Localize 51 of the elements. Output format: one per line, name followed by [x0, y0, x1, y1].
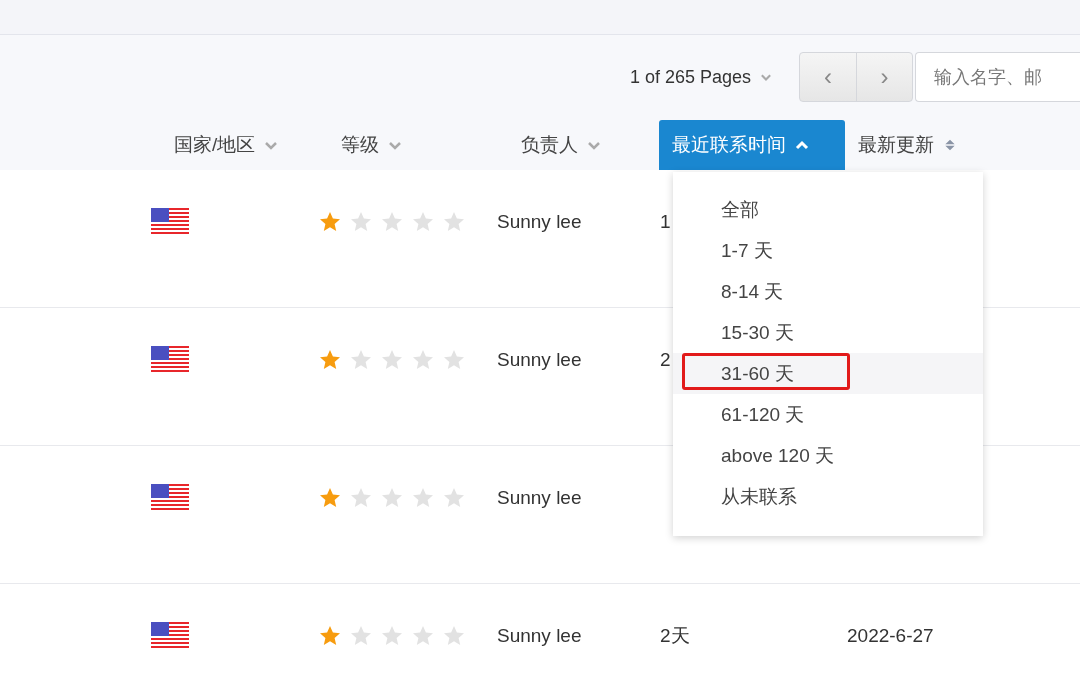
menu-item[interactable]: 8-14 天: [673, 271, 983, 312]
star-icon: [411, 348, 435, 372]
star-icon: [442, 348, 466, 372]
flag-icon: [151, 622, 189, 650]
star-icon: [380, 486, 404, 510]
star-icon: [411, 624, 435, 648]
owner-name: Sunny lee: [497, 349, 583, 371]
owner-name: Sunny lee: [497, 625, 583, 647]
last-contact: 2天: [660, 624, 691, 648]
column-header[interactable]: 等级: [328, 120, 508, 170]
star-icon: [442, 624, 466, 648]
menu-item[interactable]: 从未联系: [673, 476, 983, 517]
update-date: 2022-6-27: [847, 625, 935, 647]
star-icon: [380, 624, 404, 648]
star-icon: [349, 210, 373, 234]
star-icon: [349, 624, 373, 648]
chevron-down-icon: [586, 139, 602, 151]
flag-icon: [151, 484, 189, 512]
star-icon: [318, 210, 342, 234]
star-icon: [411, 486, 435, 510]
star-icon: [318, 486, 342, 510]
search-field[interactable]: 输入名字、邮: [915, 52, 1080, 102]
star-icon: [442, 210, 466, 234]
last-contact: 1: [660, 211, 672, 233]
star-icon: [411, 210, 435, 234]
last-contact: 2: [660, 349, 672, 371]
column-header[interactable]: 国家/地区: [161, 120, 328, 170]
star-icon: [380, 210, 404, 234]
chevron-up-icon: [794, 139, 810, 151]
menu-item[interactable]: 31-60 天: [673, 353, 983, 394]
menu-item[interactable]: 15-30 天: [673, 312, 983, 353]
star-icon: [349, 486, 373, 510]
menu-item[interactable]: 1-7 天: [673, 230, 983, 271]
star-icon: [318, 348, 342, 372]
star-icon: [349, 348, 373, 372]
chevron-down-icon: [387, 139, 403, 151]
menu-item[interactable]: 全部: [673, 189, 983, 230]
column-header[interactable]: 负责人: [508, 120, 659, 170]
owner-name: Sunny lee: [497, 211, 583, 233]
page-count[interactable]: 1 of 265 Pages: [630, 66, 752, 88]
flag-icon: [151, 346, 189, 374]
star-icon: [380, 348, 404, 372]
owner-name: Sunny lee: [497, 487, 583, 509]
column-header[interactable]: 最新更新: [845, 120, 971, 170]
star-icon: [318, 624, 342, 648]
star-icon: [442, 486, 466, 510]
chevron-down-icon: [263, 139, 280, 151]
flag-icon: [151, 208, 189, 236]
menu-item[interactable]: above 120 天: [673, 435, 983, 476]
menu-item[interactable]: 61-120 天: [673, 394, 983, 435]
column-header[interactable]: 最近联系时间: [659, 120, 845, 170]
